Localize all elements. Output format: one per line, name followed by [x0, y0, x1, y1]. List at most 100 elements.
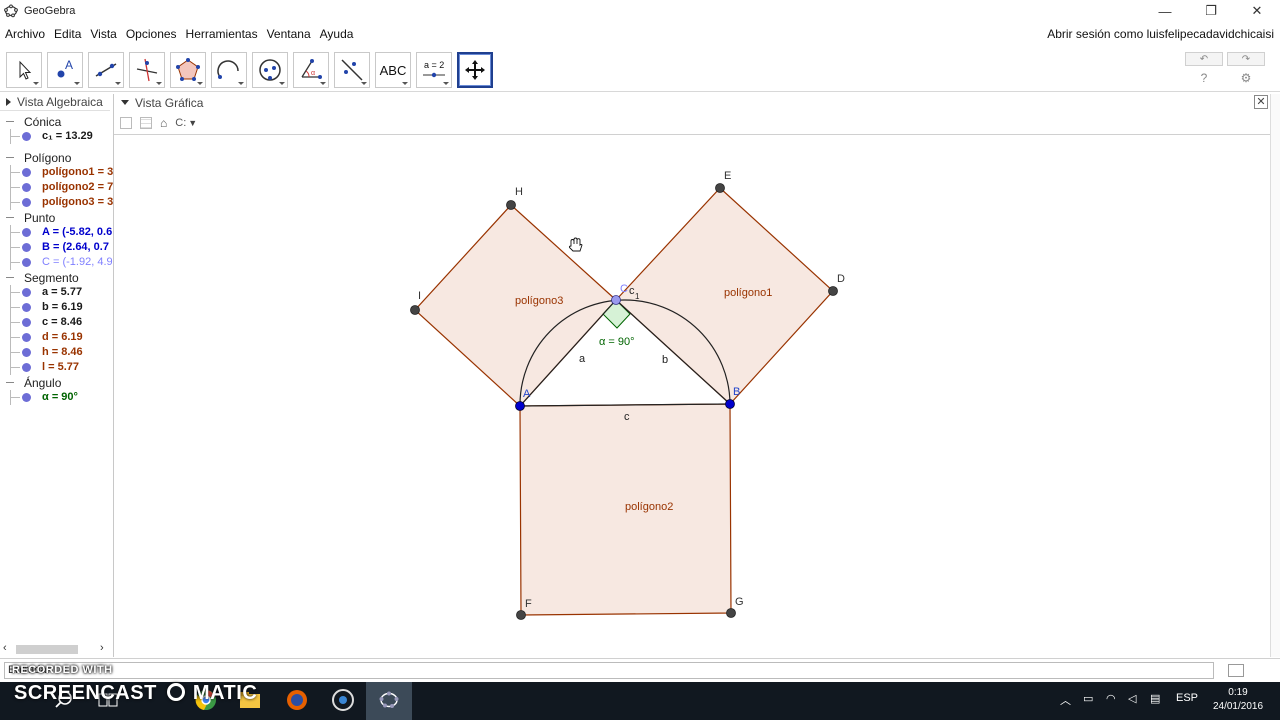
chevron-down-icon[interactable]: ▼ — [188, 118, 197, 128]
firefox-icon[interactable] — [285, 688, 309, 712]
settings-icon[interactable]: ⚙ — [1238, 70, 1254, 86]
algebra-item-segment-l[interactable]: l = 5.77 — [0, 360, 113, 375]
wifi-icon[interactable]: ◠ — [1106, 692, 1116, 705]
menu-vista[interactable]: Vista — [85, 27, 120, 41]
algebra-item-segment-h[interactable]: h = 8.46 — [0, 345, 113, 360]
right-side-panel[interactable] — [1270, 94, 1280, 657]
algebra-item-point-b[interactable]: B = (2.64, 0.7 — [0, 240, 113, 255]
scrollbar-thumb[interactable] — [16, 645, 78, 654]
point-b[interactable] — [725, 399, 735, 409]
algebra-item-poligono3[interactable]: polígono3 = 3 — [0, 195, 113, 210]
circle-tool[interactable] — [211, 52, 247, 88]
algebra-item-text: polígono3 = 3 — [42, 196, 113, 208]
algebra-item-segment-d[interactable]: d = 6.19 — [0, 330, 113, 345]
help-icon[interactable]: ? — [1196, 70, 1212, 86]
visibility-toggle[interactable] — [22, 318, 31, 327]
slider-tool[interactable]: a = 2 — [416, 52, 452, 88]
menu-archivo[interactable]: Archivo — [0, 27, 49, 41]
menu-opciones[interactable]: Opciones — [121, 27, 181, 41]
volume-icon[interactable]: ◁ — [1128, 692, 1136, 705]
algebra-item-segment-b[interactable]: b = 6.19 — [0, 300, 113, 315]
angle-tool[interactable]: α — [293, 52, 329, 88]
minimize-button[interactable]: — — [1142, 0, 1188, 22]
keyboard-icon[interactable] — [1228, 664, 1244, 677]
category-segmento[interactable]: Segmento — [0, 270, 113, 285]
point-c[interactable] — [611, 295, 621, 305]
collapse-triangle-icon[interactable] — [6, 98, 11, 106]
visibility-toggle[interactable] — [22, 183, 31, 192]
grid-toggle-icon[interactable] — [140, 117, 152, 129]
menu-ventana[interactable]: Ventana — [262, 27, 315, 41]
conic-tool[interactable] — [252, 52, 288, 88]
maximize-button[interactable]: ❐ — [1188, 0, 1234, 22]
visibility-toggle[interactable] — [22, 243, 31, 252]
category-conica[interactable]: Cónica — [0, 114, 113, 129]
move-graphics-tool[interactable] — [457, 52, 493, 88]
language-indicator[interactable]: ESP — [1176, 692, 1198, 704]
algebra-item-angle-alpha[interactable]: α = 90° — [0, 390, 113, 405]
point-d[interactable] — [828, 286, 838, 296]
visibility-toggle[interactable] — [22, 228, 31, 237]
algebra-item-poligono2[interactable]: polígono2 = 7 — [0, 180, 113, 195]
move-tool[interactable] — [6, 52, 42, 88]
axes-toggle-icon[interactable] — [120, 117, 132, 129]
algebra-horizontal-scrollbar[interactable]: ‹ › — [0, 642, 113, 656]
show-hidden-icons-icon[interactable]: ︿ — [1060, 692, 1071, 708]
perpendicular-tool[interactable] — [129, 52, 165, 88]
visibility-toggle[interactable] — [22, 363, 31, 372]
polygon-tool[interactable] — [170, 52, 206, 88]
category-punto[interactable]: Punto — [0, 210, 113, 225]
point-i[interactable] — [410, 305, 420, 315]
battery-icon[interactable]: ▭ — [1083, 692, 1093, 705]
algebra-item-segment-c[interactable]: c = 8.46 — [0, 315, 113, 330]
algebra-item-point-c[interactable]: C = (-1.92, 4.9 — [0, 255, 113, 270]
point-a[interactable] — [515, 401, 525, 411]
visibility-toggle[interactable] — [22, 198, 31, 207]
input-field[interactable] — [4, 662, 1214, 679]
close-button[interactable]: ✕ — [1234, 0, 1280, 22]
close-view-button[interactable]: ✕ — [1254, 95, 1268, 109]
collapse-triangle-icon[interactable] — [121, 100, 129, 105]
geogebra-taskbar-icon[interactable] — [377, 688, 401, 712]
scroll-right-icon[interactable]: › — [100, 642, 104, 654]
notifications-icon[interactable]: ▤ — [1150, 692, 1160, 705]
algebra-item-c1[interactable]: c₁ = 13.29 — [0, 129, 113, 144]
category-poligono[interactable]: Polígono — [0, 150, 113, 165]
point-e[interactable] — [715, 183, 725, 193]
label-point-h: H — [515, 186, 523, 198]
point-g[interactable] — [726, 608, 736, 618]
home-icon[interactable]: ⌂ — [160, 116, 167, 130]
point-f[interactable] — [516, 610, 526, 620]
visibility-toggle[interactable] — [22, 258, 31, 267]
clock[interactable]: 0:19 24/01/2016 — [1208, 686, 1268, 714]
point-h[interactable] — [506, 200, 516, 210]
algebra-item-point-a[interactable]: A = (-5.82, 0.6 — [0, 225, 113, 240]
category-angulo[interactable]: Ángulo — [0, 375, 113, 390]
visibility-toggle[interactable] — [22, 132, 31, 141]
line-tool[interactable] — [88, 52, 124, 88]
visibility-toggle[interactable] — [22, 168, 31, 177]
algebra-view-header[interactable]: Vista Algebraica — [0, 94, 110, 111]
algebra-item-poligono1[interactable]: polígono1 = 3 — [0, 165, 113, 180]
point-capture-dropdown[interactable]: C: — [175, 117, 186, 129]
point-tool[interactable]: A — [47, 52, 83, 88]
conic-icon — [259, 59, 281, 81]
login-link[interactable]: Abrir sesión como luisfelipecadavidchica… — [1047, 27, 1274, 41]
visibility-toggle[interactable] — [22, 303, 31, 312]
menu-ayuda[interactable]: Ayuda — [315, 27, 358, 41]
reflect-tool[interactable] — [334, 52, 370, 88]
algebra-item-segment-a[interactable]: a = 5.77 — [0, 285, 113, 300]
scroll-left-icon[interactable]: ‹ — [3, 642, 7, 654]
graphics-view-header[interactable]: Vista Gráfica — [114, 94, 1270, 111]
undo-button[interactable]: ↶ — [1185, 52, 1223, 66]
menu-herramientas[interactable]: Herramientas — [181, 27, 262, 41]
visibility-toggle[interactable] — [22, 288, 31, 297]
redo-button[interactable]: ↷ — [1227, 52, 1265, 66]
text-tool[interactable]: ABC — [375, 52, 411, 88]
visibility-toggle[interactable] — [22, 393, 31, 402]
visibility-toggle[interactable] — [22, 348, 31, 357]
menu-edita[interactable]: Edita — [49, 27, 85, 41]
graphics-canvas[interactable]: polígono1 polígono3 polígono2 α = 90° a … — [114, 135, 1270, 657]
screencast-o-matic-icon[interactable] — [331, 688, 355, 712]
visibility-toggle[interactable] — [22, 333, 31, 342]
